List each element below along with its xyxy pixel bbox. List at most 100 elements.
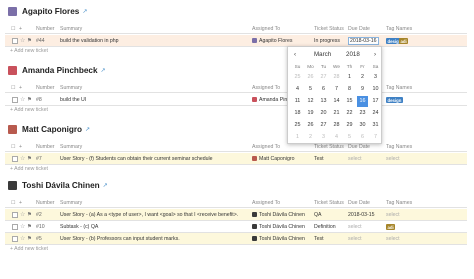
star-icon[interactable]: ☆ [20, 211, 25, 218]
external-link-icon[interactable]: ↗ [103, 182, 108, 189]
column-tag-names[interactable]: Tag Names [386, 144, 412, 150]
calendar-day[interactable]: 8 [344, 84, 355, 95]
calendar-day[interactable]: 12 [305, 96, 316, 107]
calendar-day[interactable]: 28 [331, 72, 342, 83]
flag-icon[interactable]: ⚑ [27, 97, 32, 103]
due-date-input[interactable]: 2018-03-16 [348, 36, 379, 45]
column-tag-names[interactable]: Tag Names [386, 85, 412, 91]
calendar-day[interactable]: 3 [370, 72, 381, 83]
column-due-date[interactable]: Due Date [348, 200, 370, 206]
flag-icon[interactable]: ⚑ [27, 212, 32, 218]
column-number[interactable]: Number [36, 85, 54, 91]
calendar-day[interactable]: 14 [331, 96, 342, 107]
flag-icon[interactable]: ⚑ [27, 38, 32, 44]
assignee-name[interactable]: Matt Caponigro [22, 125, 82, 134]
ticket-row[interactable]: ☆ ⚑ #7 User Story - (f) Students can obtain… [5, 153, 467, 164]
calendar-day[interactable]: 20 [318, 108, 329, 119]
calendar-day[interactable]: 1 [292, 132, 303, 143]
tag-badge[interactable]: adi [399, 38, 409, 44]
ticket-row[interactable]: ☆ ⚑ #5 User Story - (b) Professors can inpu… [5, 233, 467, 244]
ticket-number[interactable]: #10 [36, 224, 45, 230]
checkbox-icon[interactable] [12, 37, 18, 44]
star-icon[interactable]: ☆ [20, 223, 25, 230]
ticket-number[interactable]: #5 [36, 236, 42, 242]
checkbox-icon[interactable] [12, 211, 18, 218]
calendar-day[interactable]: 30 [357, 120, 368, 131]
column-tag-names[interactable]: Tag Names [386, 200, 412, 206]
calendar-day[interactable]: 10 [370, 84, 381, 95]
calendar-day[interactable]: 28 [331, 120, 342, 131]
calendar-day[interactable]: 2 [305, 132, 316, 143]
ticket-row[interactable]: ☆ ⚑ #2 User Story - (a) As a <type of user>… [5, 209, 467, 220]
calendar-day[interactable]: 23 [357, 108, 368, 119]
ticket-summary[interactable]: Subtask - (c) QA [60, 224, 98, 230]
due-date[interactable]: select [348, 156, 362, 162]
ticket-summary[interactable]: User Story - (b) Professors can input st… [60, 236, 180, 242]
column-assigned-to[interactable]: Assigned To [252, 144, 280, 150]
flag-icon[interactable]: ⚑ [27, 236, 32, 242]
calendar-day[interactable]: 16 [357, 96, 368, 107]
column-assigned-to[interactable]: Assigned To [252, 85, 280, 91]
star-icon[interactable]: ☆ [20, 235, 25, 242]
calendar-day[interactable]: 22 [344, 108, 355, 119]
add-new-ticket-link[interactable]: + Add new ticket [10, 107, 48, 113]
tag-badge[interactable]: select [386, 212, 400, 218]
calendar-day[interactable]: 26 [305, 120, 316, 131]
calendar-day[interactable]: 17 [370, 96, 381, 107]
column-summary[interactable]: Summary [60, 26, 82, 32]
flag-icon[interactable]: ⚑ [27, 156, 32, 162]
month-select[interactable]: March [314, 51, 331, 58]
ticket-status[interactable]: Test [314, 236, 324, 242]
calendar-day[interactable]: 6 [318, 84, 329, 95]
checkbox-icon[interactable] [12, 235, 18, 242]
calendar-day[interactable]: 5 [305, 84, 316, 95]
column-ticket-status[interactable]: Ticket Status [314, 26, 344, 32]
assignee-name[interactable]: Agapito Flores [22, 7, 79, 16]
ticket-row[interactable]: ☆ ⚑ #44 build the validation in php Agapito … [5, 35, 467, 46]
assigned-to[interactable]: Agapito Flores [252, 38, 292, 44]
ticket-status[interactable]: Definition [314, 224, 336, 230]
star-icon[interactable]: ☆ [20, 96, 25, 103]
calendar-day[interactable]: 27 [318, 120, 329, 131]
calendar-day[interactable]: 7 [370, 132, 381, 143]
add-column-icon[interactable]: + [19, 26, 22, 32]
assigned-to[interactable]: Toshi Dávila Chinen [252, 212, 305, 218]
column-ticket-status[interactable]: Ticket Status [314, 200, 344, 206]
add-column-icon[interactable]: + [19, 200, 22, 206]
calendar-day[interactable]: 18 [292, 108, 303, 119]
due-date[interactable]: select [348, 224, 362, 230]
checkbox-icon[interactable] [12, 155, 18, 162]
column-due-date[interactable]: Due Date [348, 144, 370, 150]
assignee-name[interactable]: Amanda Pinchbeck [22, 66, 98, 75]
ticket-summary[interactable]: build the UI [60, 97, 86, 103]
calendar-day[interactable]: 31 [370, 120, 381, 131]
calendar-day[interactable]: 3 [318, 132, 329, 143]
column-ticket-status[interactable]: Ticket Status [314, 144, 344, 150]
checkbox-icon[interactable] [12, 96, 18, 103]
calendar-day[interactable]: 15 [344, 96, 355, 107]
star-icon[interactable]: ☆ [20, 155, 25, 162]
ticket-number[interactable]: #8 [36, 97, 42, 103]
add-new-ticket-link[interactable]: + Add new ticket [10, 166, 48, 172]
calendar-day[interactable]: 1 [344, 72, 355, 83]
assigned-to[interactable]: Matt Caponigro [252, 156, 294, 162]
tag-badge[interactable]: design [386, 97, 403, 103]
calendar-day[interactable]: 5 [344, 132, 355, 143]
column-number[interactable]: Number [36, 26, 54, 32]
ticket-status[interactable]: In progress [314, 38, 340, 44]
calendar-day[interactable]: 21 [331, 108, 342, 119]
due-date[interactable]: select [348, 236, 362, 242]
column-assigned-to[interactable]: Assigned To [252, 26, 280, 32]
column-due-date[interactable]: Due Date [348, 26, 370, 32]
next-month-button[interactable]: › [374, 51, 376, 58]
external-link-icon[interactable]: ↗ [82, 8, 87, 15]
year-select[interactable]: 2018 [346, 51, 360, 58]
column-summary[interactable]: Summary [60, 200, 82, 206]
ticket-status[interactable]: QA [314, 212, 322, 218]
external-link-icon[interactable]: ↗ [101, 67, 106, 74]
calendar-day[interactable]: 13 [318, 96, 329, 107]
select-all-checkbox[interactable]: ☐ [11, 200, 16, 206]
due-date[interactable]: 2018-03-15 [348, 212, 375, 218]
tag-badge[interactable]: select [386, 156, 400, 162]
calendar-day[interactable]: 26 [305, 72, 316, 83]
